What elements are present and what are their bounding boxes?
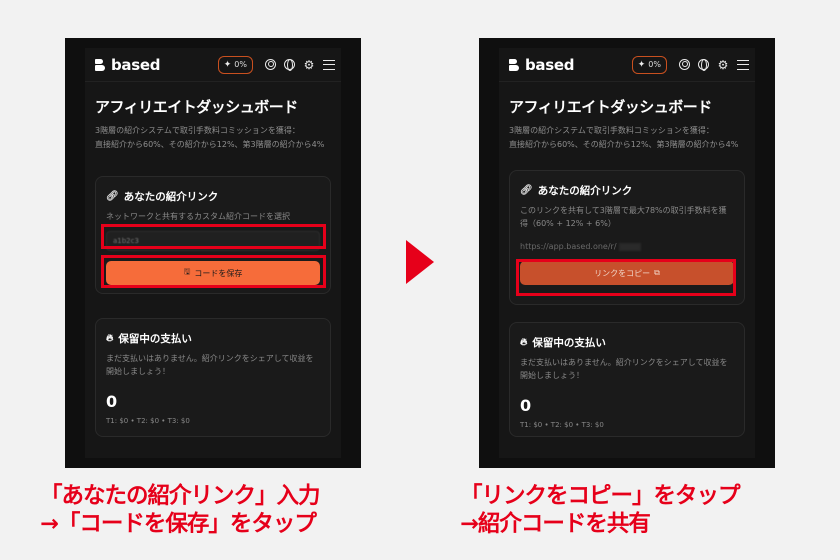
user-icon[interactable] (265, 59, 276, 70)
referral-url: https://app.based.one/r/ (520, 242, 734, 251)
hamburger-menu-icon[interactable] (737, 59, 749, 70)
gear-icon[interactable]: ⚙ (713, 58, 733, 72)
flame-icon: 🔥︎ (520, 337, 528, 348)
brand-logo[interactable]: based (95, 55, 161, 74)
left-app-screen: based ✦ 0% ⚙ アフィリエイトダッシュボード 3階層の紹介システムで取… (85, 48, 341, 458)
tier-breakdown: T1: $0 • T2: $0 • T3: $0 (106, 417, 190, 425)
link-icon: 🔗︎ (520, 185, 533, 196)
card-title: あなたの紹介リンク (123, 191, 219, 203)
card-title: 保留中の支払い (532, 337, 606, 349)
card-title: 保留中の支払い (118, 333, 192, 345)
left-caption: 「あなたの紹介リンク」入力 →「コードを保存」をタップ (40, 482, 321, 538)
caption-line: →「コードを保存」をタップ (40, 511, 317, 537)
sparkle-icon: ✦ (637, 59, 646, 70)
highlight-code-input (101, 224, 326, 249)
pending-payouts-card: 🔥︎ 保留中の支払い まだ支払いはありません。紹介リンクをシェアして収益を開始し… (509, 322, 745, 437)
page-description: 3階層の紹介システムで取引手数料コミッションを獲得： 直接紹介から60%、その紹… (95, 124, 331, 151)
tier-breakdown: T1: $0 • T2: $0 • T3: $0 (520, 421, 604, 429)
description-line: 直接紹介から60%、その紹介から12%、第3階層の紹介から4% (509, 139, 739, 149)
points-percent: 0% (234, 60, 247, 69)
points-badge[interactable]: ✦ 0% (631, 55, 667, 74)
card-subtitle: このリンクを共有して3階層で最大78%の取引手数料を獲得（60% + 12% +… (520, 206, 727, 228)
next-step-arrow-icon (406, 240, 434, 284)
brand-logo[interactable]: based (509, 55, 575, 74)
points-badge[interactable]: ✦ 0% (217, 55, 253, 74)
globe-icon[interactable] (284, 59, 295, 71)
page-description: 3階層の紹介システムで取引手数料コミッションを獲得： 直接紹介から60%、その紹… (509, 124, 745, 151)
left-phone-screenshot: based ✦ 0% ⚙ アフィリエイトダッシュボード 3階層の紹介システムで取… (65, 38, 361, 468)
brand-name: based (111, 55, 161, 74)
sparkle-icon: ✦ (223, 59, 232, 70)
based-logo-icon (95, 58, 107, 71)
card-subtitle: まだ支払いはありません。紹介リンクをシェアして収益を開始しましょう！ (106, 354, 314, 376)
card-subtitle: まだ支払いはありません。紹介リンクをシェアして収益を開始しましょう！ (520, 358, 728, 380)
gear-icon[interactable]: ⚙ (299, 58, 319, 72)
right-app-screen: based ✦ 0% ⚙ アフィリエイトダッシュボード 3階層の紹介システムで取… (499, 48, 755, 458)
globe-icon[interactable] (698, 59, 709, 71)
page-title: アフィリエイトダッシュボード (95, 98, 298, 116)
pending-amount: 0 (106, 392, 118, 411)
points-percent: 0% (648, 60, 661, 69)
hamburger-menu-icon[interactable] (323, 59, 335, 70)
highlight-save-button (101, 255, 326, 288)
right-caption: 「リンクをコピー」をタップ →紹介コードを共有 (460, 482, 741, 538)
right-phone-screenshot: based ✦ 0% ⚙ アフィリエイトダッシュボード 3階層の紹介システムで取… (479, 38, 775, 468)
highlight-copy-button (516, 259, 736, 296)
link-icon: 🔗︎ (106, 191, 119, 202)
top-bar: based ✦ 0% ⚙ (499, 48, 755, 82)
flame-icon: 🔥︎ (106, 333, 114, 344)
masked-code (618, 242, 641, 251)
pending-payouts-card: 🔥︎ 保留中の支払い まだ支払いはありません。紹介リンクをシェアして収益を開始し… (95, 318, 331, 437)
card-title: あなたの紹介リンク (537, 185, 633, 197)
caption-line: 「リンクをコピー」をタップ (460, 483, 741, 509)
description-line: 3階層の紹介システムで取引手数料コミッションを獲得： (95, 126, 300, 135)
based-logo-icon (509, 58, 521, 71)
top-bar: based ✦ 0% ⚙ (85, 48, 341, 82)
page-title: アフィリエイトダッシュボード (509, 98, 712, 116)
description-line: 3階層の紹介システムで取引手数料コミッションを獲得： (509, 126, 714, 135)
referral-url-text: https://app.based.one/r/ (520, 242, 617, 251)
card-subtitle: ネットワークと共有するカスタム紹介コードを選択 (106, 212, 290, 221)
brand-name: based (525, 55, 575, 74)
caption-line: 「あなたの紹介リンク」入力 (40, 483, 321, 509)
caption-line: →紹介コードを共有 (460, 511, 651, 537)
user-icon[interactable] (679, 59, 690, 70)
description-line: 直接紹介から60%、その紹介から12%、第3階層の紹介から4% (95, 139, 325, 149)
pending-amount: 0 (520, 396, 532, 415)
